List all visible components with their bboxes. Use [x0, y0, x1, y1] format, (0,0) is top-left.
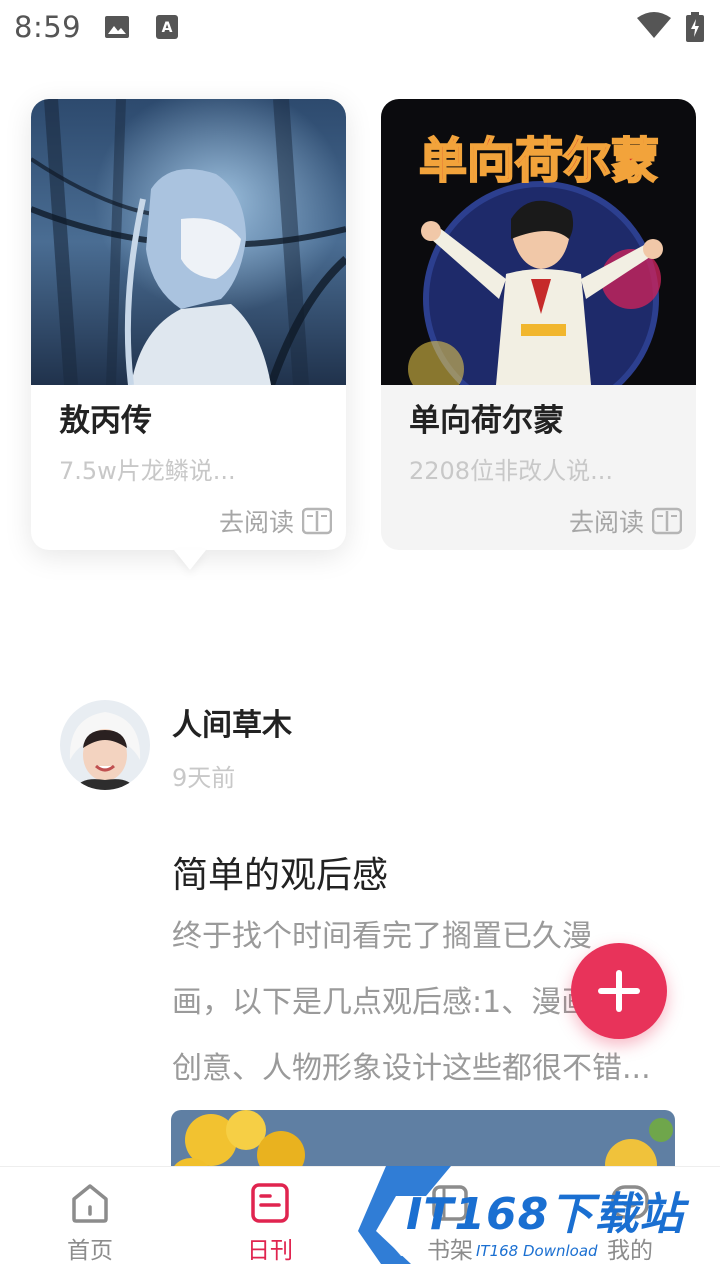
cover-title-text: 单向荷尔蒙: [419, 133, 659, 189]
selected-pointer: [174, 550, 206, 570]
comic-card[interactable]: 单向荷尔蒙 单向荷尔蒙 2208位非改人说... 去阅读: [381, 99, 696, 550]
comic-cover-image[interactable]: 单向荷尔蒙: [381, 99, 696, 385]
svg-text:A: A: [162, 20, 173, 36]
a-icon: A: [156, 15, 178, 39]
read-button-label: 去阅读: [218, 508, 294, 537]
nav-label: 首页: [67, 1238, 113, 1264]
nav-daily[interactable]: 日刊: [220, 1181, 320, 1265]
watermark: IT168下载站 IT168 Download: [356, 1156, 712, 1272]
image-icon: [105, 16, 129, 38]
post-title[interactable]: 简单的观后感: [172, 846, 388, 898]
status-time: 8:59: [14, 10, 82, 44]
read-button-label: 去阅读: [568, 508, 644, 537]
post-time: 9天前: [172, 764, 236, 792]
nav-home[interactable]: 首页: [40, 1181, 140, 1265]
comic-cover-image[interactable]: [31, 99, 346, 385]
status-bar: 8:59 A: [0, 0, 720, 56]
open-book-icon: [652, 507, 682, 535]
username[interactable]: 人间草木: [172, 700, 292, 744]
comic-description: 7.5w片龙鳞说...: [59, 457, 236, 485]
watermark-text: IT168下载站: [406, 1189, 685, 1240]
watermark-subtext: IT168 Download: [476, 1242, 598, 1260]
read-button[interactable]: 去阅读: [569, 503, 682, 539]
battery-charging-icon: [686, 12, 704, 42]
comic-card[interactable]: 敖丙传 7.5w片龙鳞说... 去阅读: [31, 99, 346, 570]
post-excerpt-line: 创意、人物形象设计这些都很不错...: [172, 1051, 651, 1086]
comic-title: 单向荷尔蒙: [409, 403, 564, 439]
read-button[interactable]: 去阅读: [219, 503, 332, 539]
comic-description: 2208位非改人说...: [409, 457, 613, 485]
avatar[interactable]: [60, 700, 150, 790]
daily-icon: [251, 1183, 289, 1223]
home-icon: [72, 1184, 108, 1223]
open-book-icon: [302, 507, 332, 535]
comic-title: 敖丙传: [59, 403, 152, 439]
nav-label: 日刊: [247, 1238, 293, 1264]
wifi-icon: [637, 12, 671, 38]
create-post-button[interactable]: [571, 943, 667, 1039]
plus-icon: [598, 970, 640, 1012]
